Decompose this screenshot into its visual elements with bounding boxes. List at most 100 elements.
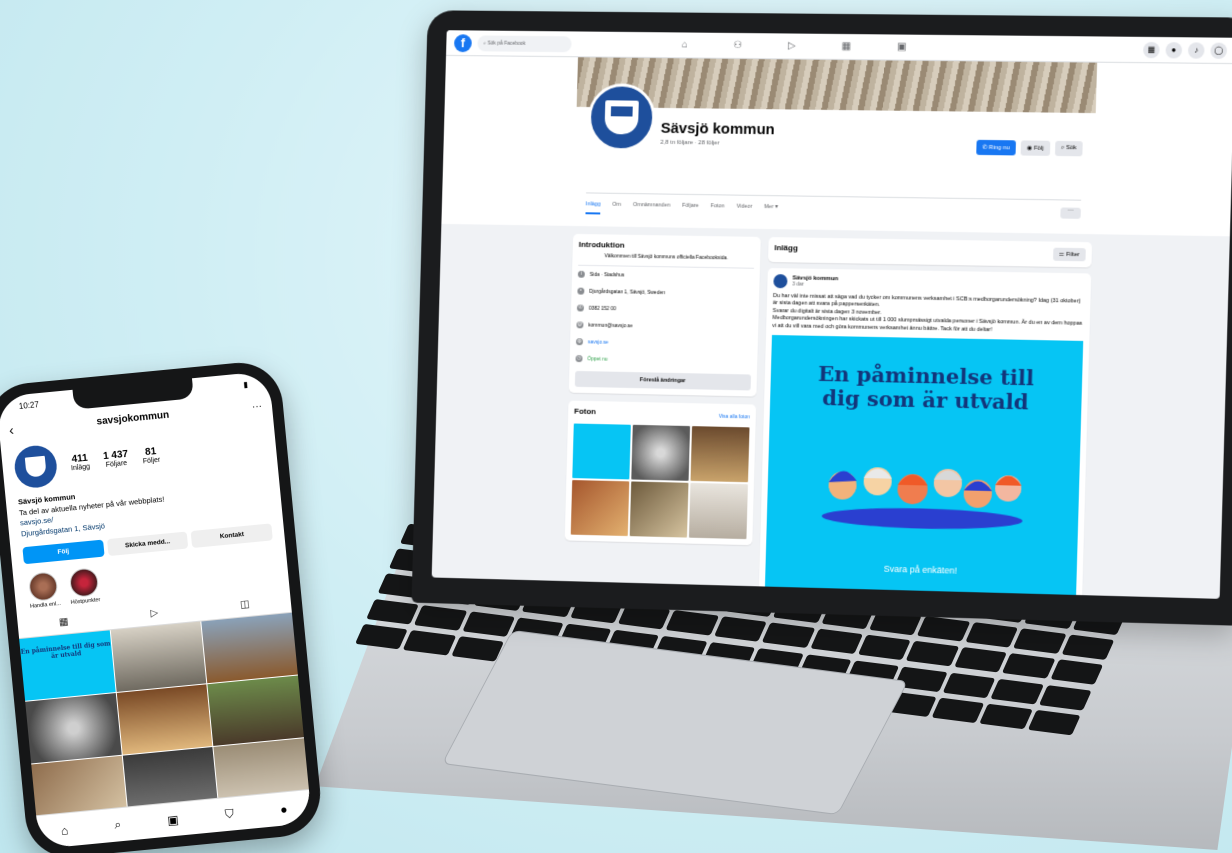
tab-followers[interactable]: Följare bbox=[682, 203, 699, 216]
keyboard-key bbox=[1027, 709, 1081, 736]
post-image[interactable]: En påminnelse till dig som är utvald Sva… bbox=[764, 335, 1084, 599]
ig-stat-following[interactable]: 81 Följer bbox=[141, 446, 161, 465]
keyboard-key bbox=[965, 622, 1019, 648]
search-icon[interactable]: ⌕ bbox=[114, 817, 122, 833]
keyboard-key bbox=[990, 678, 1044, 705]
reels-icon[interactable]: ▣ bbox=[167, 812, 180, 827]
tab-about[interactable]: Om bbox=[612, 202, 621, 215]
municipality-crest-icon bbox=[24, 455, 47, 478]
photos-title: Foton bbox=[574, 406, 597, 417]
email-icon: @ bbox=[576, 321, 584, 329]
groups-icon[interactable]: ▣ bbox=[897, 42, 907, 53]
filter-label: Filter bbox=[1065, 251, 1080, 259]
photo-thumbnail[interactable] bbox=[690, 426, 750, 483]
photo-thumbnail[interactable] bbox=[570, 480, 630, 537]
grid-post[interactable] bbox=[25, 693, 122, 764]
messenger-icon[interactable]: ● bbox=[1165, 41, 1183, 58]
smartphone: 10:27 ▮ ‹ savsjokommun ··· 411 Inlägg 1 4… bbox=[0, 358, 325, 853]
intro-title: Introduktion bbox=[578, 239, 625, 250]
search-placeholder: Sök på Facebook bbox=[487, 40, 526, 47]
highlight-label: Höstpunkter bbox=[70, 597, 101, 606]
keyboard-key bbox=[761, 622, 815, 649]
followers-label: Följare bbox=[105, 459, 128, 469]
survey-cta[interactable]: Svara på enkäten! bbox=[884, 564, 958, 576]
instagram-profile: 10:27 ▮ ‹ savsjokommun ··· 411 Inlägg 1 4… bbox=[0, 370, 313, 850]
keyboard-key bbox=[979, 703, 1033, 730]
battery-icon: ▮ bbox=[242, 379, 249, 389]
see-all-photos-link[interactable]: Visa alla foton bbox=[719, 413, 750, 420]
page-header: Sävsjö kommun 2,8 tn följare · 28 följer… bbox=[441, 55, 1232, 237]
profile-icon[interactable]: ● bbox=[279, 802, 288, 817]
facebook-page: f ⌕ Sök på Facebook ⌂ ⚇ ▷ ▦ ▣ ▦ ● ♪ ◯ Sä… bbox=[431, 30, 1232, 599]
bell-icon[interactable]: ♪ bbox=[1187, 41, 1205, 59]
marketplace-icon[interactable]: ▦ bbox=[841, 41, 851, 52]
ig-avatar[interactable] bbox=[12, 443, 59, 490]
follow-button[interactable]: ◉ Följ bbox=[1020, 140, 1050, 156]
open-status-text[interactable]: Öppet nu bbox=[587, 356, 607, 362]
photo-thumbnail[interactable] bbox=[629, 481, 689, 538]
more-icon[interactable]: ··· bbox=[251, 400, 262, 412]
tab-mentions[interactable]: Omnämnanden bbox=[633, 202, 671, 215]
grid-post[interactable] bbox=[207, 675, 304, 746]
keyboard-key bbox=[355, 623, 409, 650]
shop-icon[interactable]: ⛉ bbox=[224, 806, 234, 822]
web-icon: ◍ bbox=[575, 338, 584, 346]
profile-icon[interactable]: ◯ bbox=[1210, 42, 1228, 59]
friends-icon[interactable]: ⚇ bbox=[733, 40, 742, 51]
home-icon[interactable]: ⌂ bbox=[682, 39, 688, 50]
keyboard-key bbox=[1001, 653, 1055, 680]
tab-more[interactable]: Mer ▾ bbox=[764, 204, 778, 217]
keyboard-key bbox=[942, 672, 996, 698]
grid-tab-icon[interactable]: ▦ bbox=[58, 616, 68, 628]
photo-grid bbox=[570, 423, 750, 540]
more-options-button[interactable]: ··· bbox=[1060, 207, 1081, 219]
highlight-item[interactable]: Handla enl... bbox=[27, 571, 61, 610]
grid-post[interactable] bbox=[116, 684, 213, 755]
facebook-logo-icon[interactable]: f bbox=[453, 33, 472, 52]
facebook-search-input[interactable]: ⌕ Sök på Facebook bbox=[477, 34, 572, 52]
cover-photo[interactable] bbox=[576, 57, 1098, 114]
home-icon[interactable]: ⌂ bbox=[60, 823, 69, 838]
tab-posts[interactable]: Inlägg bbox=[585, 201, 601, 215]
filter-button[interactable]: ⚌ Filter bbox=[1052, 247, 1086, 262]
photo-thumbnail[interactable] bbox=[631, 424, 691, 481]
grid-post[interactable] bbox=[110, 621, 207, 692]
ig-contact-button[interactable]: Kontakt bbox=[190, 523, 273, 549]
follow-label: Följ bbox=[1033, 145, 1044, 152]
suggest-edits-button[interactable]: Föreslå ändringar bbox=[574, 370, 751, 391]
call-label: Ring nu bbox=[988, 145, 1010, 152]
keyboard-key bbox=[809, 628, 863, 655]
page-avatar[interactable] bbox=[587, 83, 657, 152]
call-button[interactable]: ✆ Ring nu bbox=[975, 139, 1017, 156]
keyboard-key bbox=[931, 697, 985, 723]
tab-videos[interactable]: Videor bbox=[736, 204, 752, 217]
search-page-button[interactable]: ⌕ Sök bbox=[1054, 140, 1083, 157]
info-row-hours: ◷ Öppet nu bbox=[575, 350, 751, 370]
ig-message-button[interactable]: Skicka medd... bbox=[106, 531, 189, 557]
post-author-avatar[interactable] bbox=[773, 274, 788, 289]
ig-follow-button[interactable]: Följ bbox=[22, 539, 105, 565]
grid-post[interactable] bbox=[201, 612, 298, 684]
highlight-item[interactable]: Höstpunkter bbox=[68, 567, 101, 606]
reels-tab-icon[interactable]: ▷ bbox=[150, 608, 159, 620]
watch-icon[interactable]: ▷ bbox=[788, 40, 796, 51]
menu-grid-icon[interactable]: ▦ bbox=[1143, 41, 1160, 58]
tab-photos[interactable]: Foton bbox=[710, 203, 725, 216]
tagged-tab-icon[interactable]: ◫ bbox=[240, 599, 250, 611]
photo-thumbnail[interactable] bbox=[688, 482, 748, 540]
ig-stat-posts[interactable]: 411 Inlägg bbox=[70, 453, 91, 473]
email-text[interactable]: kommun@savsjo.se bbox=[588, 322, 633, 329]
ig-stat-followers[interactable]: 1 437 Följare bbox=[103, 449, 130, 469]
status-time: 10:27 bbox=[18, 399, 40, 411]
keyboard-key bbox=[1038, 684, 1092, 711]
people-illustration bbox=[821, 467, 1023, 532]
facebook-account-controls: ▦ ● ♪ ◯ bbox=[1143, 41, 1228, 59]
info-icon: i bbox=[577, 270, 585, 278]
page-body: Introduktion Välkommen till Sävsjö kommu… bbox=[563, 233, 1093, 599]
website-link[interactable]: savsjo.se bbox=[588, 339, 609, 345]
grid-post[interactable]: En påminnelse till dig som är utvald bbox=[19, 630, 116, 701]
post-time[interactable]: 3 dar bbox=[792, 281, 838, 288]
back-arrow-icon[interactable]: ‹ bbox=[8, 422, 14, 438]
photo-thumbnail[interactable] bbox=[572, 423, 631, 480]
highlight-cover bbox=[68, 567, 100, 598]
